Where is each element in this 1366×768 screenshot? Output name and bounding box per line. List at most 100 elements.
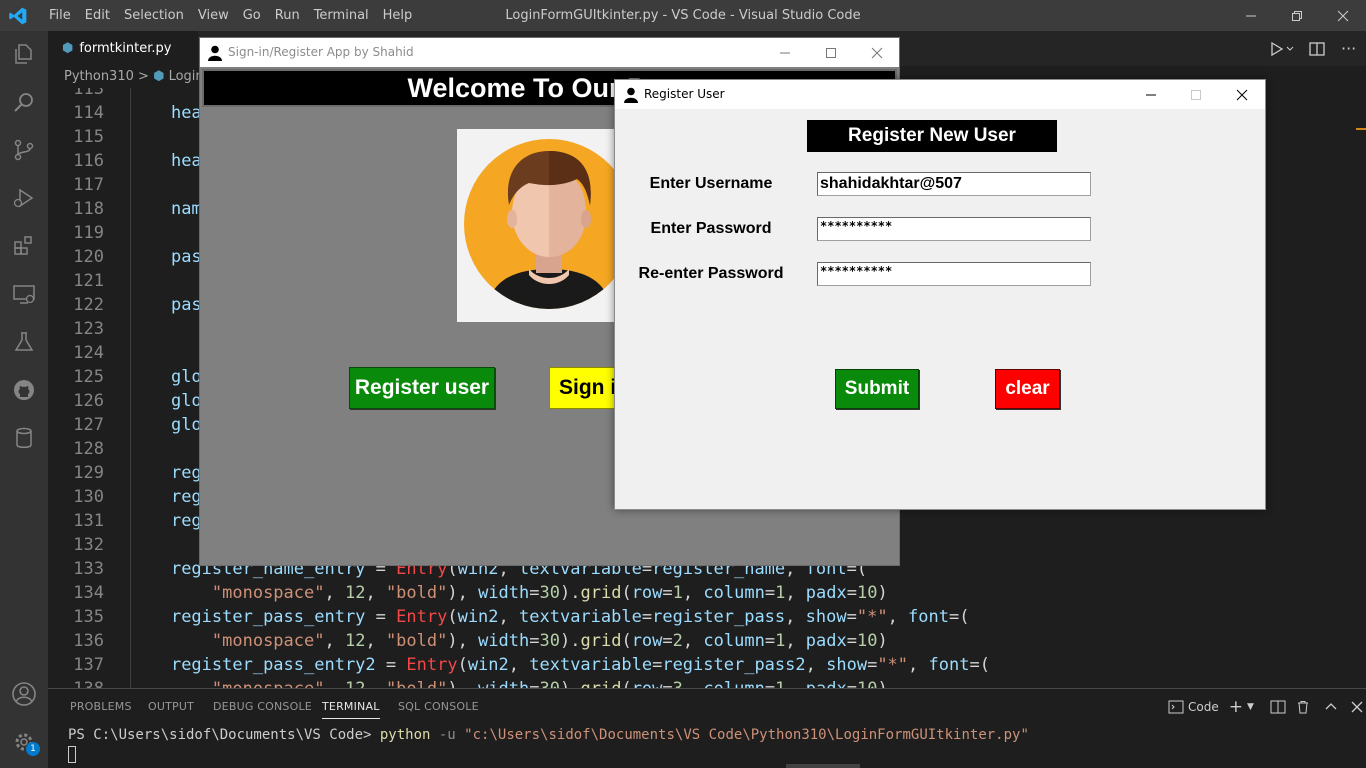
register-user-window: Register User Register New User Enter Us… (614, 79, 1266, 510)
minimize-icon (1146, 94, 1156, 95)
accounts-icon[interactable] (10, 680, 38, 708)
line-number: 134 (73, 583, 104, 603)
tab-formtkinter[interactable]: ⬢ formtkinter.py (48, 31, 198, 66)
submit-button[interactable]: Submit (835, 369, 919, 409)
overview-ruler[interactable] (1352, 88, 1366, 688)
code-line: nam (170, 199, 202, 219)
line-number: 125 (73, 367, 104, 387)
code-line: register_pass_entry = Entry(win2, textva… (170, 607, 970, 627)
explorer-icon[interactable] (10, 40, 38, 68)
register-minimize-button[interactable] (1128, 80, 1174, 109)
close-icon (1236, 89, 1248, 100)
search-icon[interactable] (10, 88, 38, 116)
python-file-icon: ⬢ (62, 41, 74, 56)
register-window-title: Register User (644, 87, 725, 101)
line-number-gutter: 113 114 115 116 117 118 119 120 121 122 123 124 125 1… (48, 88, 104, 688)
github-icon[interactable] (10, 376, 38, 404)
code-line: glo (170, 391, 202, 411)
terminal-cursor (68, 746, 76, 763)
code-line: hea (170, 151, 202, 171)
panel-tab-problems[interactable]: PROBLEMS (70, 700, 132, 713)
register-titlebar: Register User (615, 80, 1265, 109)
panel-actions: Code + ▼ (1168, 697, 1364, 717)
terminal-icon (1168, 700, 1184, 714)
line-number: 132 (73, 535, 104, 555)
split-terminal-icon[interactable] (1270, 700, 1286, 714)
close-panel-icon[interactable] (1350, 700, 1364, 714)
terminal-path: "c:\Users\sidof\Documents\VS Code\Python… (464, 727, 1029, 743)
menu-selection[interactable]: Selection (117, 0, 191, 31)
extensions-icon[interactable] (10, 232, 38, 260)
code-line: pas (170, 295, 202, 315)
line-number: 126 (73, 391, 104, 411)
menu-terminal[interactable]: Terminal (307, 0, 376, 31)
vscode-titlebar: File Edit Selection View Go Run Terminal… (0, 0, 1366, 31)
main-app-titlebar: Sign-in/Register App by Shahid (200, 38, 899, 67)
username-label: Enter Username (649, 175, 773, 192)
more-actions-button[interactable]: ··· (1341, 31, 1356, 66)
password-field[interactable]: ********** (817, 217, 1091, 241)
horizontal-scrollbar[interactable] (786, 764, 860, 768)
line-number: 129 (73, 463, 104, 483)
main-minimize-button[interactable] (762, 38, 808, 67)
menu-file[interactable]: File (42, 0, 78, 31)
terminal-profile-label[interactable]: Code (1188, 700, 1219, 714)
panel-tab-output[interactable]: OUTPUT (148, 700, 194, 713)
new-terminal-icon[interactable]: + (1229, 697, 1243, 717)
panel-tab-terminal[interactable]: TERMINAL (322, 700, 380, 719)
run-debug-icon[interactable] (10, 184, 38, 212)
testing-icon[interactable] (10, 328, 38, 356)
line-number: 115 (73, 127, 104, 147)
main-maximize-button[interactable] (808, 38, 854, 67)
reenter-password-label: Re-enter Password (638, 265, 784, 282)
user-silhouette-icon (624, 87, 638, 103)
trash-icon[interactable] (1296, 700, 1310, 714)
panel-tab-debug-console[interactable]: DEBUG CONSOLE (213, 700, 312, 713)
restore-icon (1292, 10, 1302, 21)
menu-go[interactable]: Go (236, 0, 268, 31)
menu-help[interactable]: Help (376, 0, 420, 31)
clear-button[interactable]: clear (995, 369, 1060, 409)
terminal-prompt: PS C:\Users\sidof\Documents\VS Code> (68, 727, 380, 743)
user-silhouette-icon (208, 45, 222, 61)
remote-explorer-icon[interactable] (10, 280, 38, 308)
line-number: 121 (73, 271, 104, 291)
close-button[interactable] (1320, 0, 1366, 31)
maximize-panel-icon[interactable] (1324, 700, 1338, 714)
main-close-button[interactable] (854, 38, 900, 67)
code-line: "monospace", 12, "bold"), width=30).grid… (211, 631, 888, 651)
terminal-output[interactable]: PS C:\Users\sidof\Documents\VS Code> pyt… (68, 727, 1029, 743)
minimize-button[interactable] (1228, 0, 1274, 31)
screen: File Edit Selection View Go Run Terminal… (0, 0, 1366, 768)
register-close-button[interactable] (1219, 80, 1265, 109)
code-line: reg (170, 487, 202, 507)
menu-edit[interactable]: Edit (78, 0, 117, 31)
python-file-icon: ⬢ (153, 69, 165, 84)
password-label: Enter Password (650, 220, 772, 237)
line-number: 123 (73, 319, 104, 339)
menu-run[interactable]: Run (268, 0, 307, 31)
line-number: 137 (73, 655, 104, 675)
main-app-title: Sign-in/Register App by Shahid (228, 45, 414, 59)
breadcrumb-separator: > (138, 69, 149, 84)
breadcrumb-folder[interactable]: Python310 (64, 69, 134, 84)
maximize-icon (1191, 89, 1201, 100)
code-line: register_pass_entry2 = Entry(win2, textv… (170, 655, 990, 675)
username-field[interactable]: shahidakhtar@507 (817, 172, 1091, 196)
restore-button[interactable] (1274, 0, 1320, 31)
menu-view[interactable]: View (191, 0, 236, 31)
run-file-button[interactable] (1268, 31, 1296, 66)
line-number: 131 (73, 511, 104, 531)
run-play-icon (1271, 41, 1294, 56)
register-heading: Register New User (807, 120, 1057, 152)
panel-tab-sql-console[interactable]: SQL CONSOLE (398, 700, 479, 713)
split-editor-button[interactable] (1308, 31, 1326, 66)
code-line: "monospace", 12, "bold"), width=30).grid… (211, 583, 888, 603)
chevron-down-icon[interactable]: ▼ (1247, 702, 1254, 712)
database-icon[interactable] (10, 424, 38, 452)
register-user-button[interactable]: Register user (349, 367, 495, 409)
reenter-password-field[interactable]: ********** (817, 262, 1091, 286)
maximize-icon (826, 47, 836, 58)
source-control-icon[interactable] (10, 136, 38, 164)
line-number: 130 (73, 487, 104, 507)
